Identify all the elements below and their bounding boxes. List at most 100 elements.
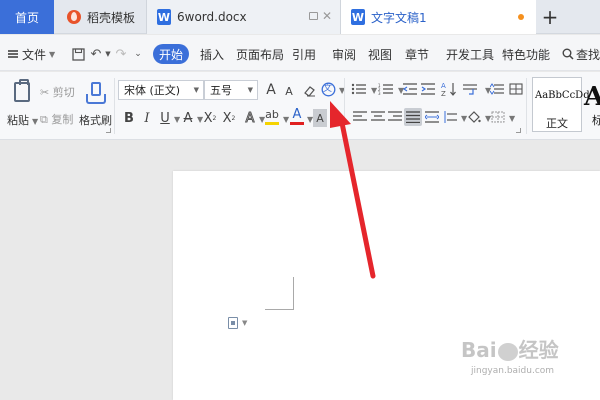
paragraph-spacing-button[interactable] bbox=[442, 110, 458, 124]
scissors-icon: ✂ bbox=[40, 86, 50, 99]
show-hide-marks-button[interactable] bbox=[462, 82, 478, 96]
clipboard-icon bbox=[14, 79, 30, 102]
decrease-indent-button[interactable] bbox=[402, 82, 418, 96]
paste-button[interactable] bbox=[12, 79, 32, 104]
text-effect-button[interactable]: A bbox=[243, 109, 257, 127]
tab-home[interactable]: 首页 bbox=[0, 0, 54, 34]
style-heading-sample[interactable]: Aa bbox=[584, 82, 600, 112]
customize-toolbar-icon[interactable]: ⌄ bbox=[132, 44, 144, 64]
baidu-jingyan-watermark: Bai 经验 jingyan.baidu.com bbox=[461, 334, 597, 388]
redo-icon[interactable]: ↷ bbox=[114, 44, 128, 64]
strikethrough-button[interactable]: A bbox=[181, 109, 195, 127]
highlight-button[interactable]: ab bbox=[265, 107, 279, 125]
menu-tab-page-layout[interactable]: 页面布局 bbox=[236, 44, 284, 64]
align-right-button[interactable] bbox=[387, 110, 403, 124]
menu-tab-chapter[interactable]: 章节 bbox=[405, 44, 429, 64]
justify-button[interactable] bbox=[404, 108, 422, 126]
window-pin-icon[interactable] bbox=[309, 12, 318, 20]
file-menu-label: 文件 bbox=[22, 47, 47, 62]
align-left-button[interactable] bbox=[352, 110, 368, 124]
grow-font-button[interactable]: A bbox=[264, 81, 278, 99]
svg-text:3: 3 bbox=[378, 91, 381, 95]
menu-tab-home[interactable]: 开始 bbox=[153, 44, 189, 64]
copy-button[interactable]: ⧉ 复制 bbox=[40, 111, 73, 127]
underline-button[interactable]: U bbox=[158, 109, 172, 127]
menu-tab-developer[interactable]: 开发工具 bbox=[446, 44, 494, 64]
sort-az-icon: AZ bbox=[441, 82, 456, 97]
group-expander-icon[interactable] bbox=[106, 128, 111, 133]
search-button[interactable]: 查找 bbox=[562, 44, 600, 64]
paintbrush-icon bbox=[86, 82, 106, 104]
page-margin-marker bbox=[265, 277, 294, 310]
undo-icon[interactable]: ↶ bbox=[89, 44, 103, 64]
font-name-select[interactable]: 宋体 (正文) ▼ bbox=[118, 80, 204, 100]
tab-6word-label: 6word.docx bbox=[177, 10, 247, 24]
tab-document-1-label: 文字文稿1 bbox=[371, 10, 427, 25]
undo-dropdown-icon[interactable]: ▼ bbox=[103, 44, 113, 64]
paste-label[interactable]: 粘贴 ▼ bbox=[7, 112, 38, 128]
search-icon bbox=[562, 48, 574, 60]
chevron-down-icon[interactable]: ▼ bbox=[242, 319, 247, 327]
paint-bucket-icon bbox=[468, 111, 481, 123]
chevron-down-icon: ▼ bbox=[49, 49, 56, 59]
close-tab-icon[interactable]: ✕ bbox=[322, 9, 332, 23]
menu-tab-features[interactable]: 特色功能 bbox=[502, 44, 550, 64]
file-menu[interactable]: 文件 ▼ bbox=[8, 44, 55, 64]
watermark-brand-right: 经验 bbox=[518, 338, 559, 362]
font-color-button[interactable]: A bbox=[290, 107, 304, 125]
chevron-down-icon[interactable]: ▼ bbox=[174, 115, 180, 124]
italic-button[interactable]: I bbox=[140, 109, 154, 127]
borders-button[interactable] bbox=[490, 110, 506, 124]
border-icon bbox=[491, 111, 505, 123]
chevron-down-icon[interactable]: ▼ bbox=[509, 114, 515, 123]
clear-format-button[interactable] bbox=[302, 81, 316, 99]
sort-button[interactable]: AZ bbox=[440, 80, 458, 98]
ribbon-toolbar: 粘贴 ▼ ✂ 剪切 ⧉ 复制 格式刷 宋体 (正文) ▼ 五号 ▼ A A 文 ▼… bbox=[0, 72, 600, 140]
pinyin-guide-button[interactable]: 文 bbox=[320, 80, 336, 98]
align-center-button[interactable] bbox=[370, 110, 386, 124]
distributed-align-button[interactable] bbox=[424, 110, 440, 124]
subscript-button[interactable]: X2 bbox=[222, 109, 236, 127]
align-justify-icon bbox=[406, 111, 420, 123]
superscript-button[interactable]: X2 bbox=[203, 109, 217, 127]
distribute-icon bbox=[425, 111, 439, 123]
tab-template-label: 稻壳模板 bbox=[87, 10, 136, 25]
menu-tab-view[interactable]: 视图 bbox=[368, 44, 392, 64]
save-icon[interactable] bbox=[70, 44, 86, 64]
char-shading-button[interactable]: A bbox=[313, 109, 327, 127]
style-heading-label[interactable]: 标 bbox=[592, 112, 600, 128]
group-expander-icon[interactable] bbox=[516, 128, 521, 133]
format-painter-button[interactable] bbox=[86, 80, 106, 106]
bold-button[interactable]: B bbox=[122, 109, 136, 127]
paragraph-mark-icon bbox=[463, 84, 477, 95]
menu-tab-insert[interactable]: 插入 bbox=[200, 44, 224, 64]
pinyin-glyph: 文 bbox=[323, 84, 333, 94]
search-label: 查找 bbox=[576, 47, 600, 62]
chevron-down-icon[interactable]: ▼ bbox=[283, 115, 289, 124]
tab-template[interactable]: 稻壳模板 bbox=[55, 0, 145, 34]
tab-6word-docx[interactable]: W 6word.docx ✕ bbox=[146, 0, 340, 34]
line-spacing-button[interactable] bbox=[489, 82, 505, 96]
tab-document-1[interactable]: W 文字文稿1 bbox=[340, 0, 536, 34]
divider bbox=[344, 78, 345, 134]
menu-tab-review[interactable]: 审阅 bbox=[332, 44, 356, 64]
font-size-value: 五号 bbox=[210, 84, 232, 97]
document-map-icon[interactable] bbox=[228, 317, 238, 329]
numbered-list-button[interactable]: 123 bbox=[377, 82, 395, 96]
increase-indent-button[interactable] bbox=[420, 82, 436, 96]
table-grid-icon bbox=[509, 83, 523, 95]
new-tab-button[interactable]: + bbox=[536, 0, 564, 34]
copy-icon: ⧉ bbox=[40, 113, 48, 126]
cut-button[interactable]: ✂ 剪切 bbox=[40, 84, 75, 100]
style-sample-text: AaBbCcDd bbox=[535, 90, 590, 101]
font-size-select[interactable]: 五号 ▼ bbox=[204, 80, 258, 100]
style-normal-tile[interactable]: AaBbCcDd 正文 bbox=[532, 77, 590, 132]
shrink-font-button[interactable]: A bbox=[282, 82, 296, 100]
menu-tab-references[interactable]: 引用 bbox=[292, 44, 316, 64]
bullet-list-button[interactable] bbox=[350, 82, 368, 96]
table-insert-button[interactable] bbox=[508, 82, 524, 96]
chevron-down-icon: ▼ bbox=[247, 86, 253, 94]
paragraph-shading-button[interactable] bbox=[466, 109, 482, 125]
format-painter-label[interactable]: 格式刷 bbox=[79, 112, 112, 128]
line-spacing-icon bbox=[490, 83, 504, 95]
